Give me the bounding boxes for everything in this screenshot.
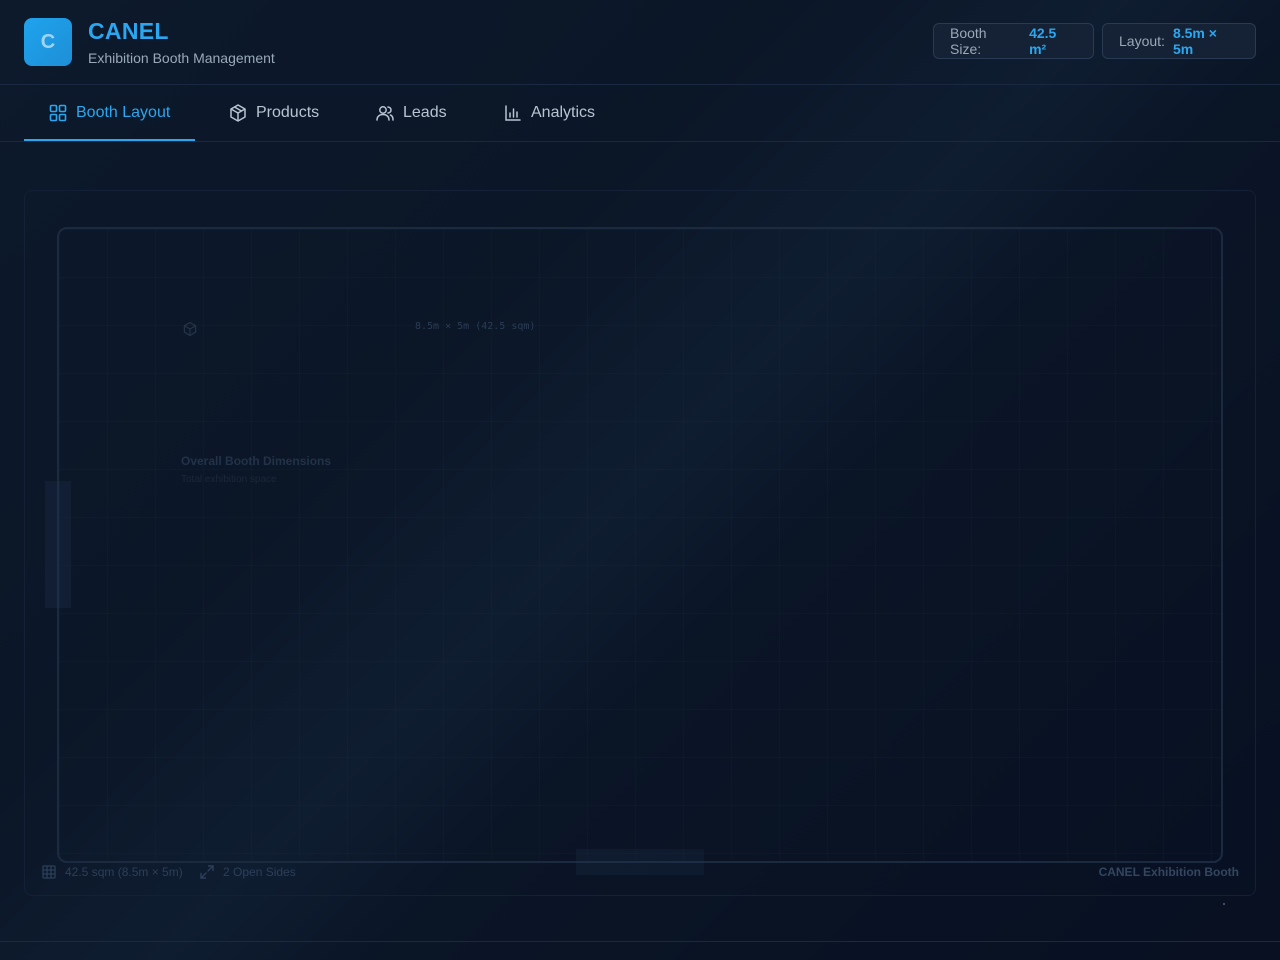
box-icon [183, 321, 197, 337]
main-tabs: Booth Layout Products Leads Analytics [0, 85, 1280, 142]
tab-booth-layout[interactable]: Booth Layout [24, 85, 195, 141]
layout-badge: Layout: 8.5m × 5m [1102, 23, 1256, 59]
tab-leads[interactable]: Leads [375, 85, 447, 141]
tab-analytics[interactable]: Analytics [503, 85, 595, 141]
open-sides-info: 2 Open Sides [199, 863, 296, 881]
tab-booth-layout-label: Booth Layout [76, 104, 171, 121]
area-info-text: 42.5 sqm (8.5m × 5m) [65, 865, 183, 879]
layout-label: Layout: [1119, 33, 1165, 49]
booth-dimension-text: 8.5m × 5m (42.5 sqm) [415, 321, 536, 332]
tab-products-label: Products [256, 104, 320, 121]
grid-icon [42, 865, 56, 879]
booth-brand-label: CANEL Exhibition Booth [1098, 865, 1239, 879]
users-icon [376, 106, 394, 121]
booth-floor-plan[interactable] [57, 227, 1223, 863]
bottom-divider [0, 941, 1280, 942]
booth-size-badge: Booth Size: 42.5 m² [933, 23, 1094, 59]
area-info: 42.5 sqm (8.5m × 5m) [41, 863, 183, 881]
tab-leads-label: Leads [403, 104, 447, 121]
expand-icon [200, 865, 214, 879]
app-subtitle: Exhibition Booth Management [88, 50, 275, 66]
tab-analytics-label: Analytics [531, 104, 596, 121]
app-logo: C [24, 18, 72, 66]
open-sides-text: 2 Open Sides [223, 865, 296, 879]
app-header: C CANEL Exhibition Booth Management Boot… [0, 0, 1280, 85]
decorative-dot [1223, 903, 1225, 905]
grid-icon [49, 104, 67, 122]
overall-dimensions-subtitle: Total exhibition space [181, 474, 277, 485]
overall-dimensions-title: Overall Booth Dimensions [181, 454, 332, 468]
side-opening-marker [45, 481, 71, 608]
tab-products[interactable]: Products [228, 85, 319, 141]
front-opening-marker [576, 849, 704, 875]
booth-size-label: Booth Size: [950, 25, 987, 57]
bar-chart-icon [505, 105, 521, 121]
app-title: CANEL [88, 18, 169, 44]
booth-size-value: 42.5 m² [1029, 25, 1057, 57]
box-icon [230, 104, 246, 122]
layout-value: 8.5m × 5m [1172, 25, 1217, 57]
